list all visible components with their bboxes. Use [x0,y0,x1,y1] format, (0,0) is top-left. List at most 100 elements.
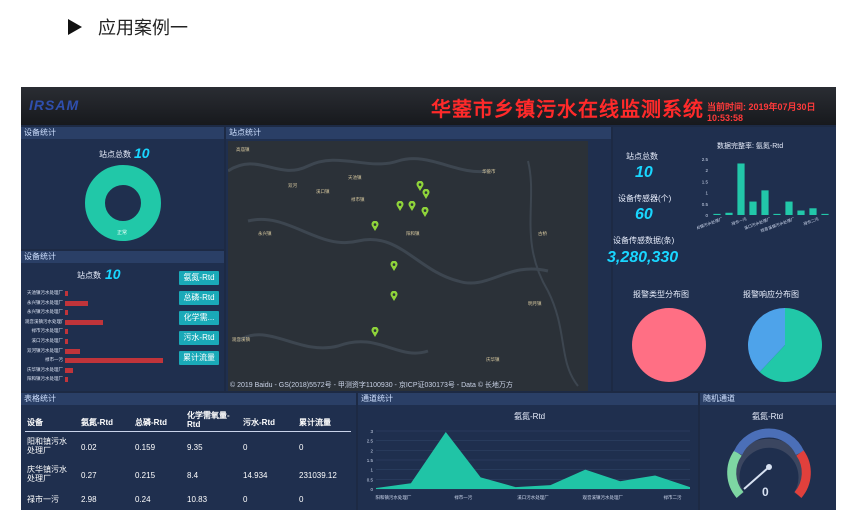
map-pin-icon[interactable] [396,201,404,211]
map-pin-icon[interactable] [421,207,429,217]
alarm-response-pie [748,308,822,382]
panel-title: 设备统计 [21,251,224,263]
y-tick-label: 2.5 [702,157,709,162]
panel-title: 设备统计 [21,127,224,139]
site-count-label: 站点数 [77,271,101,280]
y-tick-label: 0 [370,487,373,492]
alarm-type-pie [632,308,706,382]
mid-site-total-value: 10 [635,164,653,181]
map-pin-icon[interactable] [371,327,379,337]
sensor-data-label: 设备传感数据(条) [613,236,675,245]
completeness-bar [821,213,829,215]
map-pin-icon[interactable] [371,221,379,231]
y-tick-label: 1.5 [367,458,374,463]
completeness-bar [761,190,769,215]
bar-label: 溪口污水处理厂 [31,338,64,343]
table-cell: 8.4 [187,471,199,480]
bar [65,319,103,325]
table-cell: 0 [243,443,248,452]
panel-title: 表格统计 [21,393,356,405]
table-cell: 9.35 [187,443,203,452]
table-cell: 0.24 [135,495,151,504]
y-tick-label: 2 [705,168,708,173]
y-tick-label: 1 [370,468,373,473]
table-header: 化学需氧量-Rtd [187,411,230,429]
table-cell: 0.215 [135,471,156,480]
table-cell: 14.934 [243,471,268,480]
completeness-bar-chart: 2.521.510.50阳和镇污水处理厂 禄市一污溪口污水处理厂观音溪镇污水处理厂… [697,157,829,233]
button-cumulative-flow[interactable]: 累计流量 [179,351,219,365]
channel-area-chart: 3 2.5 2 1.5 1 0.5 0阳和镇污水处理厂 禄市一污 溪口污水处理厂 观音溪镇污水处理… [367,429,690,501]
completeness-bar [737,163,745,215]
panel-title: 随机通道 [700,393,836,405]
table-cell: 0.02 [81,443,97,452]
table-cell: 10.83 [187,495,208,504]
map-pin-icon[interactable] [390,291,398,301]
mid-site-total-label: 站点总数 [626,152,658,161]
x-tick-label: 阳和镇污水处理厂 [375,494,411,501]
panel-title: 站点统计 [226,127,611,139]
site-total-label: 站点总数 [99,150,131,159]
table-cell: 0 [299,443,304,452]
button-sewage[interactable]: 污水-Rtd [179,331,219,345]
donut-label: 正常 [117,230,128,236]
channel-chart-title: 氨氮-Rtd [514,412,546,421]
button-phosphorus[interactable]: 总磷-Rtd [179,291,219,305]
site-total-value: 10 [134,145,150,161]
bar-label: 观音溪镇污水处理厂 [25,318,63,324]
panel-title: 通道统计 [358,393,698,405]
river-lines [228,157,579,387]
gauge [727,428,811,498]
completeness-bar [713,213,721,215]
bar [65,358,163,364]
y-tick-label: 1 [705,191,708,196]
completeness-bar [785,201,793,215]
device-stats-bottom-panel: 设备统计 站点数 10 天池镇污水处理厂 永兴镇污水处理厂 永兴镇污水处理厂 观音溪镇… [21,251,224,391]
completeness-bar [749,201,757,215]
bar-label: 禄市污水处理厂 [31,328,64,334]
bar-label: 庆华镇污水处理厂 [27,366,63,372]
bar [65,367,73,373]
map-place: 明月镇 [528,301,542,306]
table-cell: 0 [243,495,248,504]
system-title: 华蓥市乡镇污水在线监测系统 [431,99,704,121]
map-place: 双河 [288,183,297,188]
x-tick-label: 禄市二污 [664,494,682,501]
map-pin-icon[interactable] [408,201,416,211]
completeness-bar [773,213,781,215]
table-header: 污水-Rtd [243,418,275,427]
alarm-response-title: 报警响应分布图 [743,290,799,299]
table-divider [25,431,351,432]
table-row-device: 阳和镇污水处理厂 [27,437,67,455]
map-place: 天池镇 [348,175,362,180]
map-place: 高庙镇 [236,147,250,152]
gauge-value: 0 [762,485,769,499]
table-cell: 0.27 [81,471,97,480]
y-tick-label: 2 [370,448,373,453]
table-row-device: 禄市一污 [27,495,59,504]
top-bar: IRSAM 华蓥市乡镇污水在线监测系统 当前时间: 2019年07月30日 10… [21,87,836,125]
y-tick-label: 0.5 [367,477,374,482]
device-stats-top-panel: 设备统计 站点总数 10 正常 [21,127,224,249]
y-tick-label: 0 [705,213,708,218]
map-copyright: © 2019 Baidu - GS(2018)5572号 - 甲测资字11009… [230,382,513,389]
site-map[interactable]: 高庙镇 双河 溪口镇 天池镇 华蓥市 阳和镇 禄市镇 永兴镇 明月镇 庆华镇 观… [228,141,588,391]
map-pin-icon[interactable] [422,189,430,199]
map-pin-icon[interactable] [390,261,398,271]
map-place: 观音溪镇 [232,337,250,342]
bar-label: 永兴镇污水处理厂 [27,309,63,315]
table-row-device: 庆华镇污水处理厂 [27,465,67,483]
button-ammonia[interactable]: 氨氮-Rtd [179,271,219,285]
bar [65,339,68,344]
arrow-icon [68,19,82,35]
gauge-title: 氨氮-Rtd [752,412,784,421]
y-tick-label: 3 [370,429,373,434]
dashboard-screenshot: IRSAM 华蓥市乡镇污水在线监测系统 当前时间: 2019年07月30日 10… [21,87,836,510]
site-count-value: 10 [105,266,121,282]
x-tick-label: 观音溪镇污水处理厂 [583,494,624,501]
sensor-count-label: 设备传感器(个) [618,194,672,203]
completeness-bar [809,208,817,215]
button-cod[interactable]: 化学需... [179,311,219,325]
x-tick-label: 阳和镇污水处理厂 [697,215,723,232]
sensor-data-value: 3,280,330 [607,249,679,266]
